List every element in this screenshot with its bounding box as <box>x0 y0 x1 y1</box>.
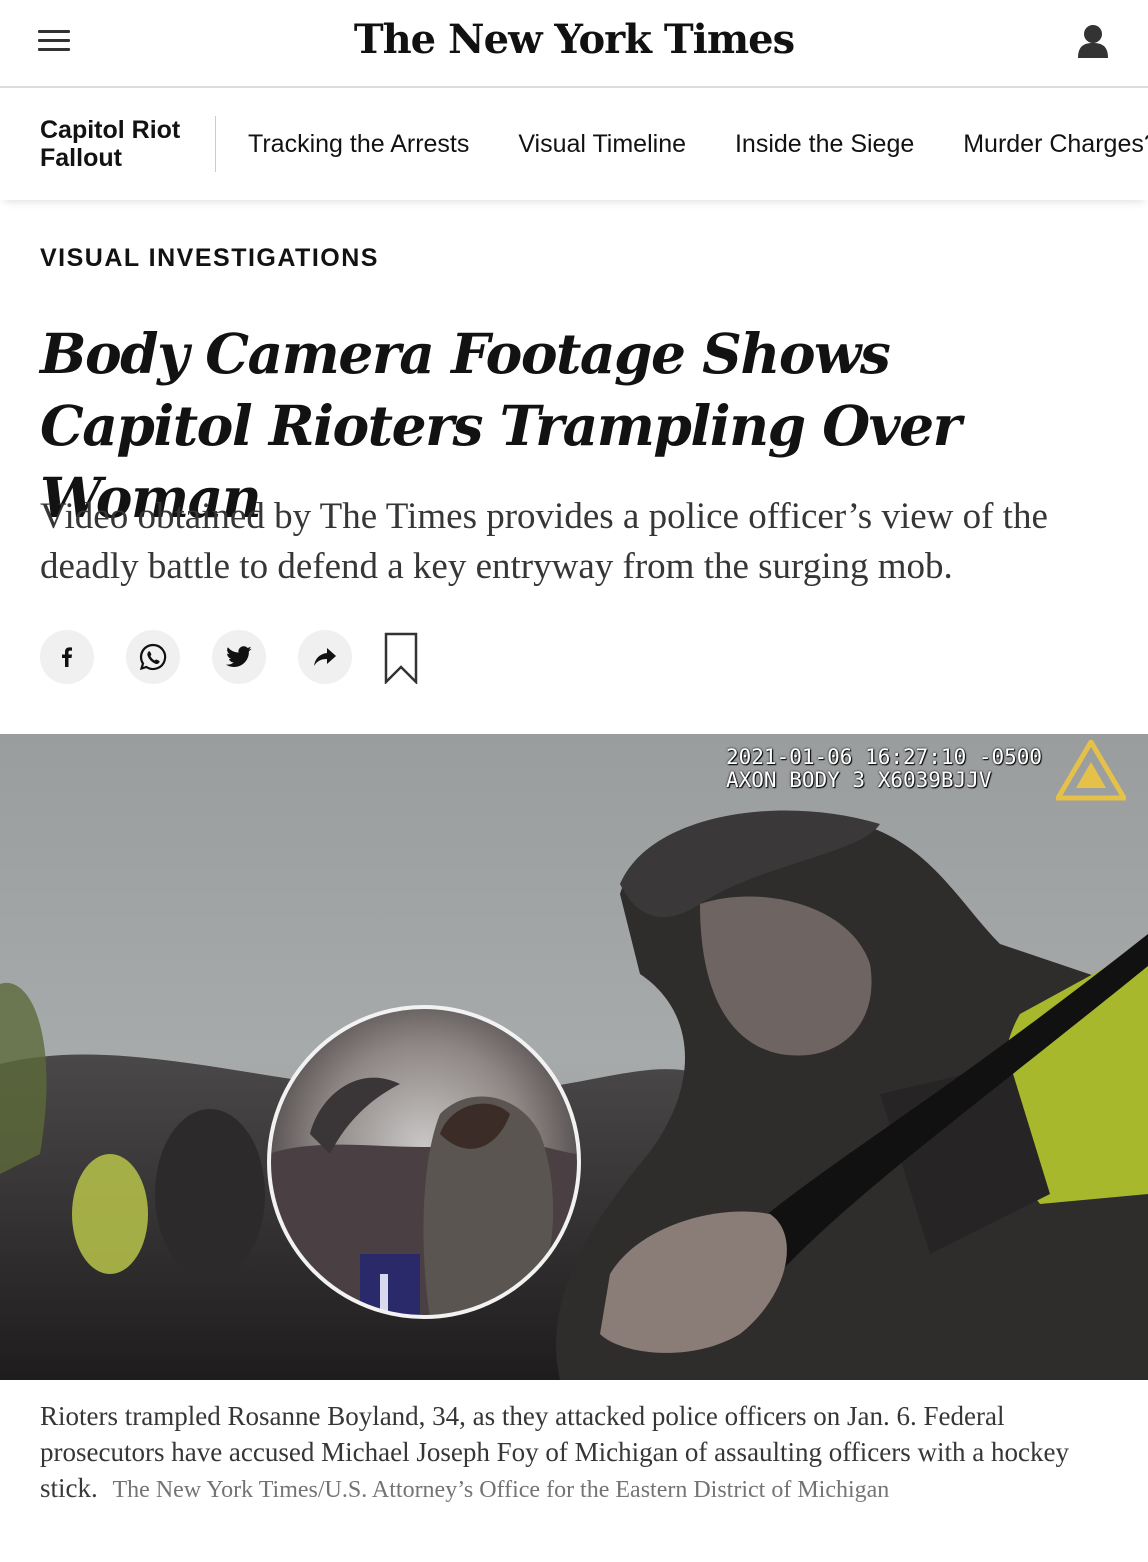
section-title[interactable]: Capitol Riot Fallout <box>40 116 205 172</box>
media-caption: Rioters trampled Rosanne Boyland, 34, as… <box>40 1398 1100 1508</box>
article-summary: Video obtained by The Times provides a p… <box>40 496 1048 587</box>
nav-link-murder-charges[interactable]: Murder Charges? <box>963 130 1148 158</box>
nav-divider <box>215 116 216 172</box>
bodycam-device-id: AXON BODY 3 X6039BJJV <box>726 768 992 792</box>
bodycam-video[interactable]: 2021-01-06 16:27:10 -0500 AXON BODY 3 X6… <box>0 734 1148 1380</box>
photo-credit: The New York Times/U.S. Attorney’s Offic… <box>112 1477 890 1503</box>
twitter-icon <box>226 646 252 667</box>
nav-link-inside-siege[interactable]: Inside the Siege <box>735 130 914 158</box>
section-nav-links: Tracking the Arrests Visual Timeline Ins… <box>248 130 1148 159</box>
facebook-share-button[interactable] <box>40 630 94 684</box>
whatsapp-icon <box>139 643 167 671</box>
bookmark-icon <box>384 632 418 686</box>
nyt-logo[interactable]: The New York Times <box>0 16 1148 63</box>
nav-link-visual-timeline[interactable]: Visual Timeline <box>518 130 686 158</box>
bodycam-overlay: 2021-01-06 16:27:10 -0500 AXON BODY 3 X6… <box>726 746 1042 792</box>
bodycam-still-image <box>0 734 1148 1380</box>
facebook-icon <box>62 647 72 667</box>
twitter-share-button[interactable] <box>212 630 266 684</box>
bodycam-timestamp: 2021-01-06 16:27:10 -0500 <box>726 745 1043 769</box>
axon-logo-icon <box>1056 740 1126 801</box>
share-arrow-icon <box>314 648 336 666</box>
more-share-button[interactable] <box>298 630 352 684</box>
bookmark-button[interactable] <box>384 632 418 686</box>
section-nav: Capitol Riot Fallout Tracking the Arrest… <box>0 90 1148 200</box>
article-kicker[interactable]: VISUAL INVESTIGATIONS <box>40 244 379 273</box>
nav-link-tracking-arrests[interactable]: Tracking the Arrests <box>248 130 469 158</box>
user-account-icon[interactable] <box>1076 24 1110 60</box>
whatsapp-share-button[interactable] <box>126 630 180 684</box>
masthead: The New York Times <box>0 0 1148 88</box>
